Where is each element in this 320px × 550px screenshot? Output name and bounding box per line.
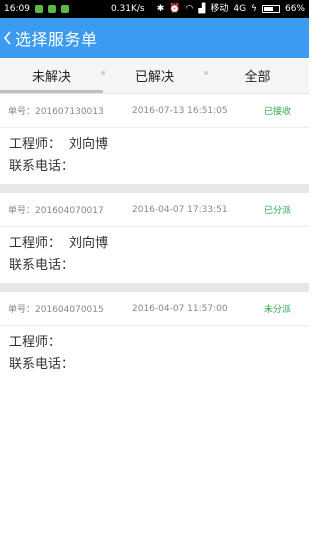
tab-resolved[interactable]: 已解决 xyxy=(103,58,208,93)
notification-icon xyxy=(34,5,43,13)
bluetooth-icon: ✱ xyxy=(156,4,165,14)
engineer-row: 工程师： 刘向博 xyxy=(9,233,300,255)
tab-label: 全部 xyxy=(244,70,271,85)
tab-label: 已解决 xyxy=(134,70,174,85)
tab-all[interactable]: 全部 xyxy=(206,58,309,93)
order-card[interactable]: 单号：201604070015 2016-04-07 11:57:00 未分派 … xyxy=(0,292,309,382)
page-title: 选择服务单 xyxy=(15,30,98,49)
network-type: 4G xyxy=(233,4,247,14)
phone-row: 联系电话： xyxy=(9,354,300,376)
order-number: 单号：201607130013 xyxy=(8,107,104,117)
phone-row: 联系电话： xyxy=(9,156,300,178)
card-divider xyxy=(0,283,309,292)
battery-percent: 66% xyxy=(284,4,305,14)
engineer-row: 工程师： 刘向博 xyxy=(9,134,300,156)
status-badge: 未分派 xyxy=(263,305,291,315)
order-number: 单号：201604070015 xyxy=(8,305,104,315)
order-header: 单号：201607130013 2016-07-13 16:51:05 已接收 xyxy=(0,94,309,128)
phone-label: 联系电话： xyxy=(9,258,75,273)
status-badge: 已接收 xyxy=(263,107,291,117)
back-button[interactable]: 选择服务单 xyxy=(0,18,98,58)
wifi-icon: ◠ xyxy=(185,4,194,14)
order-body: 工程师： 刘向博 联系电话： xyxy=(0,128,309,184)
status-badge: 已分派 xyxy=(263,206,291,216)
engineer-row: 工程师： xyxy=(9,332,300,354)
phone-label: 联系电话： xyxy=(9,159,75,174)
order-header: 单号：201604070015 2016-04-07 11:57:00 未分派 xyxy=(0,292,309,326)
back-chevron-icon xyxy=(3,30,13,46)
tab-label: 未解决 xyxy=(31,70,71,85)
phone-row: 联系电话： xyxy=(9,255,300,277)
order-header: 单号：201604070017 2016-04-07 17:33:51 已分派 xyxy=(0,193,309,227)
signal-icon: ▟ xyxy=(198,4,206,14)
order-body: 工程师： 刘向博 联系电话： xyxy=(0,227,309,283)
order-body: 工程师： 联系电话： xyxy=(0,326,309,382)
network-speed: 0.31K/s xyxy=(110,4,145,14)
engineer-label: 工程师： xyxy=(9,335,62,350)
order-card[interactable]: 单号：201607130013 2016-07-13 16:51:05 已接收 … xyxy=(0,94,309,184)
order-time: 2016-04-07 11:57:00 xyxy=(132,303,228,314)
charging-icon: ϟ xyxy=(251,4,257,14)
order-time: 2016-04-07 17:33:51 xyxy=(132,204,228,215)
order-time: 2016-07-13 16:51:05 xyxy=(132,105,228,116)
order-number: 单号：201604070017 xyxy=(8,206,104,216)
engineer-name: 刘向博 xyxy=(69,236,109,251)
notification-icon xyxy=(60,5,69,13)
card-divider xyxy=(0,184,309,193)
phone-label: 联系电话： xyxy=(9,357,75,372)
order-card[interactable]: 单号：201604070017 2016-04-07 17:33:51 已分派 … xyxy=(0,193,309,283)
tab-unresolved[interactable]: 未解决 xyxy=(0,58,105,93)
battery-icon xyxy=(261,5,280,13)
engineer-name: 刘向博 xyxy=(69,137,109,152)
engineer-label: 工程师： xyxy=(9,236,62,251)
status-time: 16:09 xyxy=(4,4,30,14)
alarm-icon: ⏰ xyxy=(169,4,181,14)
carrier-label: 移动 xyxy=(210,4,229,14)
tab-bar: 未解决 已解决 全部 xyxy=(0,58,309,94)
notification-icon xyxy=(47,5,56,13)
engineer-label: 工程师： xyxy=(9,137,62,152)
header: 选择服务单 xyxy=(0,18,309,58)
order-list: 单号：201607130013 2016-07-13 16:51:05 已接收 … xyxy=(0,94,309,382)
battery-level xyxy=(263,7,274,11)
status-bar: 16:09 0.31K/s ✱ ⏰ ◠ ▟ 移动 4G ϟ 66% xyxy=(0,0,309,18)
